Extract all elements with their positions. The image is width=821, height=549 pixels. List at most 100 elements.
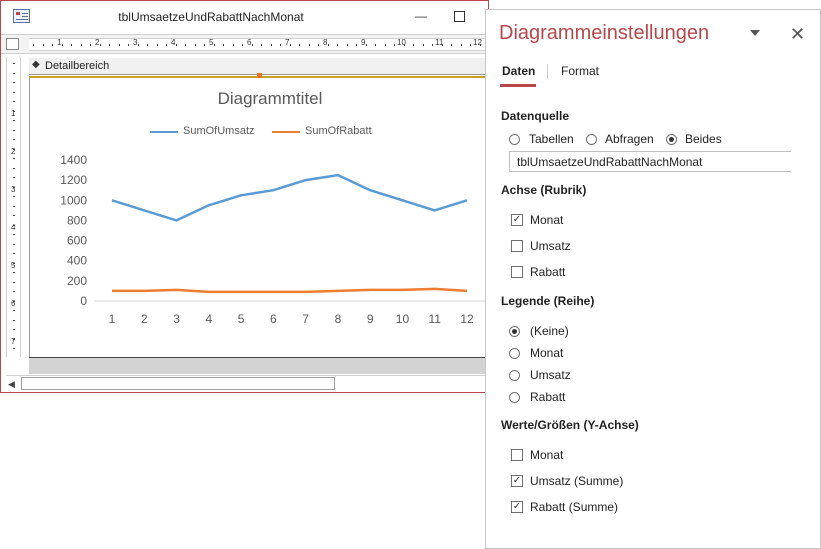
checkbox-axis-rabatt-label[interactable]: Rabatt: [530, 265, 565, 279]
checkbox-values-umsatz[interactable]: ✓: [511, 475, 523, 487]
window-titlebar[interactable]: tblUmsaetzeUndRabattNachMonat —: [1, 1, 488, 33]
radio-legend-umsatz[interactable]: [509, 370, 520, 381]
ruler-tick: [13, 129, 15, 131]
ruler-tick: [346, 44, 348, 46]
ruler-tick: [356, 44, 357, 46]
ruler-tick: [13, 167, 15, 169]
radio-tabellen[interactable]: [509, 134, 520, 145]
ruler-tick: [13, 348, 15, 349]
horizontal-ruler-row: 1 2 3 4 5 6 7 8 9 10 11 12: [1, 34, 488, 54]
radio-beides[interactable]: [666, 134, 677, 145]
minimize-button[interactable]: —: [414, 9, 428, 25]
ruler-tick: [71, 44, 72, 46]
radio-legend-keine[interactable]: [509, 326, 520, 337]
ruler-tick: [13, 196, 15, 197]
radio-beides-label[interactable]: Beides: [685, 132, 722, 146]
legend-label: SumOfUmsatz: [183, 125, 255, 137]
tab-separator: [547, 64, 548, 79]
radio-tabellen-label[interactable]: Tabellen: [529, 132, 574, 146]
ruler-tick: [166, 44, 167, 46]
form-selector[interactable]: [6, 38, 19, 50]
horizontal-ruler[interactable]: 1 2 3 4 5 6 7 8 9 10 11 12: [29, 38, 488, 51]
ruler-tick: [13, 110, 15, 112]
maximize-button[interactable]: [454, 11, 465, 22]
ruler-tick: [261, 44, 262, 46]
line-chart: 14001200100080060040020001 2 3 4 5 6 7 8 9 10 11 12: [60, 153, 485, 326]
scroll-left-arrow-icon[interactable]: ◀: [8, 379, 15, 390]
ruler-tick: [13, 63, 15, 64]
x-tick-label: 2: [141, 312, 148, 326]
pane-menu-chevron-icon[interactable]: [750, 30, 760, 36]
ruler-tick: [13, 243, 15, 245]
ruler-tick: [13, 338, 15, 340]
checkbox-values-rabatt-label[interactable]: Rabatt (Summe): [530, 500, 618, 514]
datasource-field[interactable]: tblUmsaetzeUndRabattNachMonat: [509, 151, 791, 172]
checkbox-values-umsatz-label[interactable]: Umsatz (Summe): [530, 474, 623, 488]
ruler-tick: [13, 253, 15, 254]
radio-legend-monat-label[interactable]: Monat: [530, 346, 563, 360]
ruler-tick: [156, 44, 158, 46]
close-icon[interactable]: ✕: [790, 24, 805, 45]
section-arrow-icon: ◆: [32, 59, 40, 70]
radio-abfragen[interactable]: [586, 134, 597, 145]
checkbox-axis-monat-label[interactable]: Monat: [530, 213, 563, 227]
radio-legend-umsatz-label[interactable]: Umsatz: [530, 368, 571, 382]
legend-swatch: [272, 131, 300, 133]
ruler-tick: [13, 234, 15, 235]
checkbox-axis-umsatz-label[interactable]: Umsatz: [530, 239, 571, 253]
ruler-tick: [13, 158, 15, 159]
ruler-tick: [80, 44, 82, 46]
x-tick-label: 11: [428, 312, 441, 326]
ruler-tick: [13, 72, 15, 74]
ruler-tick: [13, 186, 15, 188]
ruler-tick: [242, 44, 243, 46]
checkbox-values-monat[interactable]: [511, 449, 523, 461]
ruler-tick: [13, 291, 15, 292]
checkbox-values-monat-label[interactable]: Monat: [530, 448, 563, 462]
ruler-tick: [394, 44, 395, 46]
radio-abfragen-label[interactable]: Abfragen: [605, 132, 654, 146]
ruler-tick: [289, 44, 291, 46]
ruler-tick: [99, 44, 101, 46]
ruler-tick: [384, 44, 386, 46]
window-title: tblUmsaetzeUndRabattNachMonat: [118, 10, 304, 24]
radio-legend-rabatt-label[interactable]: Rabatt: [530, 390, 565, 404]
checkbox-axis-monat[interactable]: ✓: [511, 214, 523, 226]
values-heading: Werte/Größen (Y-Achse): [501, 418, 639, 432]
ruler-tick: [13, 215, 15, 216]
ruler-tick: [451, 44, 452, 46]
ruler-tick: [413, 44, 414, 46]
ruler-tick: [13, 310, 15, 311]
chart-settings-pane: Diagrammeinstellungen ✕ Daten Format Dat…: [485, 9, 821, 549]
scroll-thumb[interactable]: [21, 377, 335, 390]
ruler-tick: [42, 44, 44, 46]
ruler-tick: [118, 44, 120, 46]
tab-format[interactable]: Format: [561, 64, 599, 78]
ruler-tick: [137, 44, 139, 46]
ruler-tick: [318, 44, 319, 46]
radio-legend-monat[interactable]: [509, 348, 520, 359]
tab-data[interactable]: Daten: [502, 64, 535, 78]
ruler-tick: [13, 82, 15, 83]
vertical-ruler[interactable]: 1 2 3 4 5 6 7: [6, 57, 21, 357]
ruler-tick: [299, 44, 300, 46]
horizontal-scrollbar[interactable]: ◀: [6, 375, 488, 391]
checkbox-axis-umsatz[interactable]: [511, 240, 523, 252]
radio-legend-keine-label[interactable]: (Keine): [530, 324, 569, 338]
ruler-tick: [147, 44, 148, 46]
ruler-tick: [403, 44, 405, 46]
y-tick-label: 400: [67, 254, 87, 268]
chart-control[interactable]: 1400 1200 1000 800 600 400 200 0 1 2 3 4 5 6 7 8 9 10 11 12…: [29, 78, 488, 357]
ruler-tick: [432, 44, 433, 46]
report-window: tblUmsaetzeUndRabattNachMonat — 1 2 3 4 …: [0, 0, 489, 393]
y-tick-label: 200: [67, 274, 87, 288]
y-tick-label: 1000: [60, 193, 87, 207]
x-tick-label: 1: [109, 312, 116, 326]
axis-heading: Achse (Rubrik): [501, 183, 587, 197]
checkbox-values-rabatt[interactable]: ✓: [511, 501, 523, 513]
checkbox-axis-rabatt[interactable]: [511, 266, 523, 278]
ruler-tick: [13, 101, 15, 102]
radio-legend-rabatt[interactable]: [509, 392, 520, 403]
report-icon: [13, 9, 30, 23]
series-line-sumofumsatz: [111, 173, 468, 222]
